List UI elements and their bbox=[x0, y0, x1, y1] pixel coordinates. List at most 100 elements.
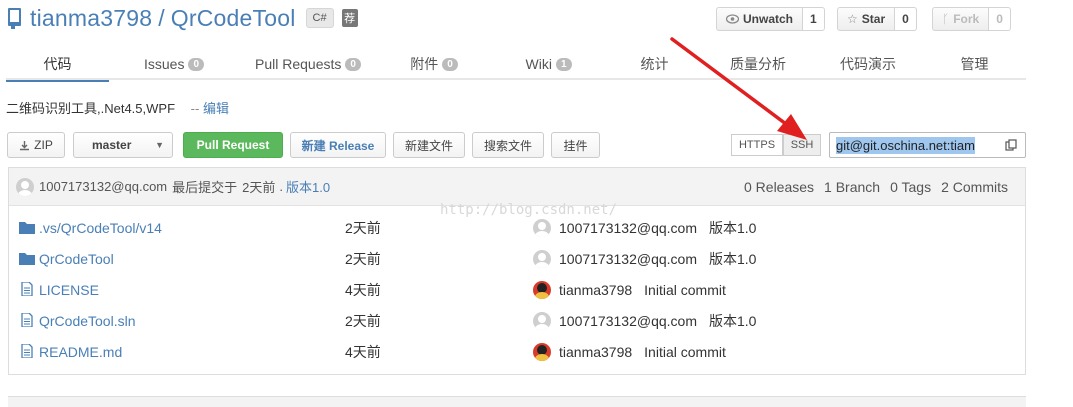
tags-link[interactable]: 0 Tags bbox=[890, 179, 931, 195]
table-row[interactable]: QrCodeTool 2天前 1007173132@qq.com 版本1.0 bbox=[9, 243, 1025, 274]
tab-count-badge: 0 bbox=[188, 57, 205, 71]
commit-dot: . bbox=[279, 179, 284, 194]
watermark-text: http://blog.csdn.net/ bbox=[440, 202, 618, 218]
pull-request-label: Pull Request bbox=[196, 138, 270, 152]
tab-quality[interactable]: 质量分析 bbox=[703, 48, 813, 80]
fork-button[interactable]: ᚴ Fork bbox=[932, 7, 990, 31]
tab-label: 统计 bbox=[640, 56, 669, 72]
tab-stats[interactable]: 统计 bbox=[606, 48, 703, 80]
copy-icon[interactable] bbox=[1005, 139, 1017, 151]
fork-label: Fork bbox=[953, 12, 980, 26]
fork-group: ᚴ Fork 0 bbox=[932, 7, 1011, 31]
watch-count[interactable]: 1 bbox=[803, 7, 825, 31]
file-commit-info: 1007173132@qq.com 版本1.0 bbox=[533, 311, 756, 331]
ssh-toggle[interactable]: SSH bbox=[783, 134, 821, 156]
tab-label: Wiki bbox=[525, 56, 552, 72]
new-file-button[interactable]: 新建文件 bbox=[393, 132, 465, 158]
tab-wiki[interactable]: Wiki 1 bbox=[491, 48, 606, 80]
folder-icon bbox=[19, 222, 35, 234]
tab-label: 代码 bbox=[43, 56, 72, 72]
tab-label: 代码演示 bbox=[840, 56, 896, 72]
file-author[interactable]: 1007173132@qq.com bbox=[559, 313, 697, 329]
commit-prefix: 最后提交于 bbox=[172, 180, 238, 195]
file-name-text: .vs/QrCodeTool/ bbox=[39, 219, 140, 236]
tab-attachments[interactable]: 附件 0 bbox=[377, 48, 491, 80]
clone-url-text: git@git.oschina.net:tiam bbox=[836, 136, 975, 154]
file-time: 2天前 bbox=[345, 312, 381, 329]
file-time: 4天前 bbox=[345, 343, 381, 360]
pull-request-button[interactable]: Pull Request bbox=[183, 132, 283, 158]
tab-label: 质量分析 bbox=[730, 56, 786, 72]
file-author[interactable]: 1007173132@qq.com bbox=[559, 220, 697, 236]
tab-issues[interactable]: Issues 0 bbox=[109, 48, 239, 80]
unwatch-button[interactable]: Unwatch bbox=[716, 7, 804, 31]
tab-count-badge: 0 bbox=[442, 57, 458, 71]
branch-select[interactable]: master ▼ bbox=[73, 132, 173, 158]
file-name-link[interactable]: QrCodeTool.sln bbox=[39, 313, 136, 329]
new-release-button[interactable]: 新建 Release bbox=[290, 132, 386, 158]
file-commit-message[interactable]: Initial commit bbox=[644, 344, 726, 360]
file-name-link[interactable]: README.md bbox=[39, 344, 122, 360]
avatar bbox=[533, 218, 551, 237]
edit-description-link[interactable]: 编辑 bbox=[203, 101, 229, 116]
search-file-label: 搜索文件 bbox=[483, 138, 532, 153]
file-commit-info: 1007173132@qq.com 版本1.0 bbox=[533, 218, 756, 238]
https-toggle[interactable]: HTTPS bbox=[731, 134, 783, 156]
commit-message-link[interactable]: 版本1.0 bbox=[286, 177, 330, 196]
clone-url-input[interactable]: git@git.oschina.net:tiam bbox=[829, 132, 1026, 158]
file-name-link[interactable]: QrCodeTool bbox=[39, 251, 114, 267]
tab-label: Pull Requests bbox=[255, 56, 342, 72]
avatar bbox=[533, 280, 551, 299]
table-row[interactable]: LICENSE 4天前 tianma3798 Initial commit bbox=[9, 274, 1025, 305]
tab-code[interactable]: 代码 bbox=[6, 48, 109, 82]
commits-link[interactable]: 2 Commits bbox=[941, 179, 1008, 195]
repo-path-separator: / bbox=[158, 4, 165, 31]
star-label: Star bbox=[861, 12, 886, 26]
star-icon: ☆ bbox=[847, 12, 858, 26]
file-commit-message[interactable]: Initial commit bbox=[644, 282, 726, 298]
file-commit-message[interactable]: 版本1.0 bbox=[709, 218, 756, 238]
https-label: HTTPS bbox=[738, 139, 776, 151]
repo-tabs: 代码 Issues 0 Pull Requests 0 附件 0 Wiki 1 统计 质… bbox=[6, 48, 1026, 82]
file-time: 2天前 bbox=[345, 250, 381, 267]
tab-label: 附件 bbox=[410, 56, 439, 72]
repo-name-link[interactable]: QrCodeTool bbox=[171, 5, 296, 32]
file-time: 4天前 bbox=[345, 281, 381, 298]
star-button[interactable]: ☆ Star bbox=[837, 7, 896, 31]
file-author[interactable]: tianma3798 bbox=[559, 344, 632, 360]
new-file-label: 新建文件 bbox=[404, 138, 453, 153]
file-commit-info: 1007173132@qq.com 版本1.0 bbox=[533, 249, 756, 269]
download-zip-button[interactable]: ZIP bbox=[7, 132, 65, 158]
repo-description: 二维码识别工具,.Net4.5,WPF -- 编辑 bbox=[6, 98, 229, 117]
language-badge: C# bbox=[305, 8, 334, 28]
avatar bbox=[533, 311, 551, 330]
file-author[interactable]: tianma3798 bbox=[559, 282, 632, 298]
file-name-link[interactable]: LICENSE bbox=[39, 282, 99, 298]
repo-stats: 0 Releases 1 Branch 0 Tags 2 Commits bbox=[744, 168, 1008, 206]
releases-link[interactable]: 0 Releases bbox=[744, 179, 814, 195]
branch-label: master bbox=[92, 138, 132, 152]
branch-link[interactable]: 1 Branch bbox=[824, 179, 880, 195]
commit-author[interactable]: 1007173132@qq.com bbox=[39, 179, 167, 194]
commit-time: 2天前 bbox=[242, 180, 276, 195]
file-author[interactable]: 1007173132@qq.com bbox=[559, 251, 697, 267]
star-group: ☆ Star 0 bbox=[837, 7, 917, 31]
repo-owner-link[interactable]: tianma3798 bbox=[30, 5, 152, 32]
star-count[interactable]: 0 bbox=[895, 7, 917, 31]
fork-count[interactable]: 0 bbox=[989, 7, 1011, 31]
search-file-button[interactable]: 搜索文件 bbox=[472, 132, 544, 158]
tab-demo[interactable]: 代码演示 bbox=[813, 48, 923, 80]
file-commit-message[interactable]: 版本1.0 bbox=[709, 249, 756, 269]
file-name-link[interactable]: .vs/QrCodeTool/v14 bbox=[39, 220, 162, 236]
file-commit-message[interactable]: 版本1.0 bbox=[709, 311, 756, 331]
widget-label: 挂件 bbox=[563, 138, 588, 153]
avatar bbox=[533, 249, 551, 268]
file-time: 2天前 bbox=[345, 219, 381, 236]
widget-button[interactable]: 挂件 bbox=[551, 132, 600, 158]
tab-pull-requests[interactable]: Pull Requests 0 bbox=[239, 48, 377, 80]
tab-manage[interactable]: 管理 bbox=[923, 48, 1026, 80]
description-separator: -- bbox=[190, 101, 200, 116]
watch-group: Unwatch 1 bbox=[716, 7, 825, 31]
table-row[interactable]: README.md 4天前 tianma3798 Initial commit bbox=[9, 336, 1025, 367]
table-row[interactable]: QrCodeTool.sln 2天前 1007173132@qq.com 版本1.… bbox=[9, 305, 1025, 336]
